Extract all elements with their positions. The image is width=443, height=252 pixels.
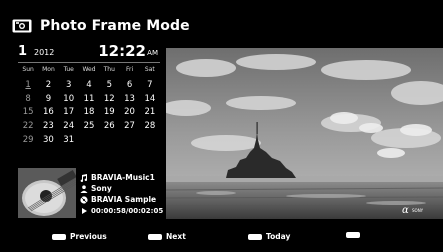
calendar-day[interactable]: 23 [38,120,58,134]
calendar-day[interactable]: 1 [18,79,38,93]
artist-row: Sony [80,183,180,194]
button-key-icon [52,233,66,240]
weekday-header: Sat [144,66,155,73]
photo-frame-screen: Photo Frame Mode 1 2012 12:22 AM Sun Mon T… [0,0,443,252]
bottom-bar: Previous Next Today [0,228,443,248]
disc-icon [80,195,88,204]
calendar: 1 2012 12:22 AM Sun Mon Tue Wed Thu Fri Sat 1 2 3… [18,42,160,159]
button-key-icon [346,232,360,238]
photo-watermark: α [402,205,409,216]
play-icon [82,207,87,214]
calendar-empty-cell [79,134,99,148]
calendar-day[interactable]: 30 [38,134,58,148]
calendar-day[interactable]: 19 [99,106,119,120]
calendar-top: 1 2012 12:22 AM [18,42,160,60]
music-panel: BRAVIA-Music1 Sony BRAVIA Sample 00:00:5… [18,168,168,224]
calendar-day[interactable]: 12 [99,93,119,107]
page-title: Photo Frame Mode [40,18,190,34]
calendar-day[interactable]: 13 [119,93,139,107]
weekday-header: Wed [82,66,96,73]
album-art [18,168,76,218]
time-row: 00:00:58/00:02:05 [80,205,180,216]
weekday-header: Fri [125,66,134,73]
calendar-day[interactable]: 9 [38,93,58,107]
weekday-header: Sun [22,66,34,73]
clock-time: 12:22 [98,42,146,60]
music-note-icon [80,173,88,182]
photo-frame-icon [12,19,32,33]
calendar-current-day: 1 [18,44,28,59]
guitar-image [18,168,76,218]
previous-label: Previous [70,232,107,241]
photo-display: α SONY [166,48,443,219]
calendar-day[interactable]: 3 [59,79,79,93]
photo-image: α SONY [166,48,443,219]
calendar-day[interactable]: 21 [140,106,160,120]
next-button[interactable]: Next [148,232,186,241]
calendar-day[interactable]: 5 [99,79,119,93]
clock-ampm: AM [147,49,158,57]
today-button[interactable]: Today [248,232,290,241]
calendar-day[interactable]: 7 [140,79,160,93]
calendar-day[interactable]: 14 [140,93,160,107]
track-name: BRAVIA-Music1 [91,173,155,182]
calendar-day[interactable]: 20 [119,106,139,120]
calendar-day[interactable]: 29 [18,134,38,148]
calendar-day[interactable]: 8 [18,93,38,107]
calendar-day[interactable]: 27 [119,120,139,134]
playback-time: 00:00:58/00:02:05 [91,206,164,215]
album-name: BRAVIA Sample [91,195,157,204]
next-label: Next [166,232,186,241]
person-icon [80,184,88,193]
calendar-day[interactable]: 4 [79,79,99,93]
weekday-header: Tue [63,66,74,73]
button-key-icon [248,233,262,240]
today-label: Today [266,232,291,241]
weekday-header: Thu [103,66,115,73]
calendar-empty-cell [119,134,139,148]
button-key-icon [148,233,162,240]
artist-name: Sony [91,184,112,193]
calendar-day[interactable]: 25 [79,120,99,134]
weekday-header: Mon [42,66,55,73]
calendar-day[interactable]: 31 [59,134,79,148]
unlabeled-button[interactable] [346,232,364,238]
header: Photo Frame Mode [12,16,190,36]
calendar-day[interactable]: 6 [119,79,139,93]
calendar-day[interactable]: 22 [18,120,38,134]
track-row: BRAVIA-Music1 [80,172,180,183]
calendar-day[interactable]: 2 [38,79,58,93]
calendar-day[interactable]: 17 [59,106,79,120]
album-row: BRAVIA Sample [80,194,180,205]
previous-button[interactable]: Previous [52,232,107,241]
calendar-day[interactable]: 24 [59,120,79,134]
calendar-divider [18,62,160,63]
calendar-day[interactable]: 16 [38,106,58,120]
calendar-day[interactable]: 26 [99,120,119,134]
photo-brand: SONY [412,208,424,213]
calendar-day[interactable]: 18 [79,106,99,120]
calendar-empty-cell [140,134,160,148]
calendar-day[interactable]: 10 [59,93,79,107]
calendar-year: 2012 [34,48,55,57]
music-info: BRAVIA-Music1 Sony BRAVIA Sample 00:00:5… [80,172,180,216]
calendar-day[interactable]: 28 [140,120,160,134]
calendar-grid: Sun Mon Tue Wed Thu Fri Sat 1 2 3 4 5 6 7 8 9 10 11 12 13 14… [18,65,160,148]
calendar-day[interactable]: 11 [79,93,99,107]
calendar-day[interactable]: 15 [18,106,38,120]
calendar-empty-cell [99,134,119,148]
